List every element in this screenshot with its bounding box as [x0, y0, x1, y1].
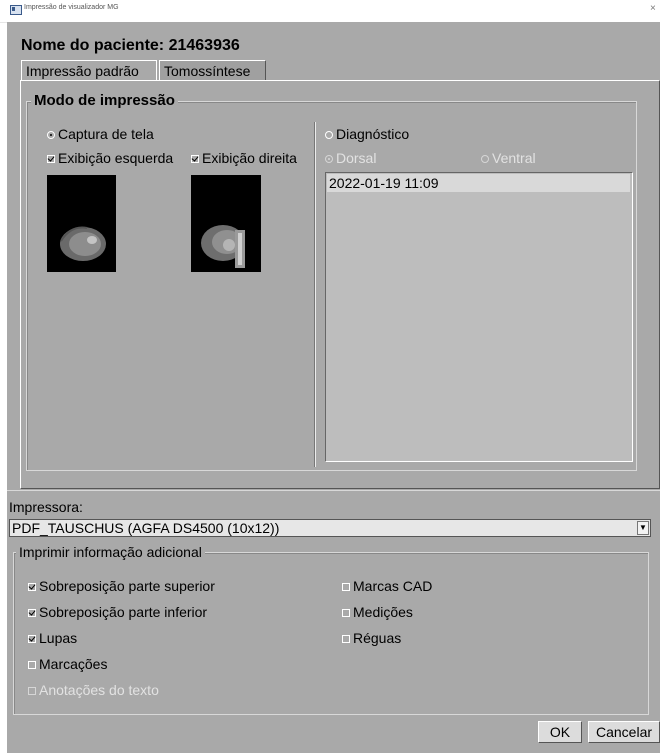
list-item[interactable]: 2022-01-19 11:09	[327, 174, 630, 192]
additional-info-legend: Imprimir informação adicional	[16, 544, 205, 560]
markings-checkbox[interactable]: Marcações	[28, 656, 107, 672]
print-mode-legend: Modo de impressão	[31, 92, 178, 109]
checkbox-checked-icon	[28, 583, 36, 592]
printer-label: Impressora:	[9, 499, 83, 515]
rulers-label: Réguas	[353, 630, 402, 646]
checkbox-checked-icon	[191, 155, 199, 164]
section-divider	[7, 490, 660, 491]
magnifiers-checkbox[interactable]: Lupas	[28, 630, 77, 646]
checkbox-checked-icon	[28, 635, 36, 644]
printer-selected-value: PDF_TAUSCHUS (AGFA DS4500 (10x12))	[12, 520, 280, 536]
tab-standard-print[interactable]: Impressão padrão	[21, 60, 157, 80]
checkbox-unchecked-icon	[342, 635, 350, 644]
overlay-bottom-label: Sobreposição parte inferior	[39, 604, 208, 620]
close-icon[interactable]: ×	[650, 3, 656, 14]
printer-select[interactable]: PDF_TAUSCHUS (AGFA DS4500 (10x12)) ▼	[9, 519, 651, 537]
print-dialog: Nome do paciente: 21463936 Impressão pad…	[7, 22, 660, 753]
screen-capture-label: Captura de tela	[58, 126, 154, 142]
overlay-top-checkbox[interactable]: Sobreposição parte superior	[28, 578, 215, 594]
tab-tomosynthesis[interactable]: Tomossíntese	[159, 60, 266, 80]
magnifiers-label: Lupas	[39, 630, 78, 646]
text-annotations-checkbox: Anotações do texto	[28, 682, 159, 698]
rulers-checkbox[interactable]: Réguas	[342, 630, 401, 646]
diagnostic-radio[interactable]: Diagnóstico	[325, 126, 409, 142]
left-view-label: Exibição esquerda	[58, 150, 174, 166]
right-view-thumbnail	[191, 175, 261, 272]
radio-selected-icon	[325, 155, 333, 164]
radio-selected-icon	[47, 131, 55, 140]
mammogram-left-image	[47, 175, 116, 272]
cancel-button[interactable]: Cancelar	[588, 721, 660, 743]
radio-unselected-icon	[481, 155, 489, 164]
measurements-label: Medições	[353, 604, 413, 620]
right-view-checkbox[interactable]: Exibição direita	[191, 150, 297, 166]
left-view-checkbox[interactable]: Exibição esquerda	[47, 150, 173, 166]
mammogram-right-image	[191, 175, 261, 272]
checkbox-unchecked-icon	[342, 583, 350, 592]
mode-divider	[315, 122, 316, 467]
study-date-list[interactable]: 2022-01-19 11:09	[325, 172, 633, 462]
diagnostic-label: Diagnóstico	[336, 126, 410, 142]
checkbox-unchecked-icon	[28, 687, 36, 696]
window-title: Impressão de visualizador MG	[24, 4, 119, 11]
left-view-thumbnail	[47, 175, 116, 272]
chevron-down-icon[interactable]: ▼	[637, 521, 649, 535]
dorsal-label: Dorsal	[336, 150, 377, 166]
ventral-label: Ventral	[492, 150, 536, 166]
radio-unselected-icon	[325, 131, 333, 140]
cad-marks-checkbox[interactable]: Marcas CAD	[342, 578, 432, 594]
window-title-bar: Impressão de visualizador MG ×	[0, 0, 660, 23]
overlay-top-label: Sobreposição parte superior	[39, 578, 215, 594]
patient-name-label: Nome do paciente: 21463936	[21, 37, 240, 54]
right-view-label: Exibição direita	[202, 150, 297, 166]
ok-button[interactable]: OK	[538, 721, 582, 743]
ventral-radio: Ventral	[481, 150, 536, 166]
checkbox-unchecked-icon	[342, 609, 350, 618]
checkbox-unchecked-icon	[28, 661, 36, 670]
overlay-bottom-checkbox[interactable]: Sobreposição parte inferior	[28, 604, 207, 620]
window-app-icon	[10, 5, 22, 15]
cad-marks-label: Marcas CAD	[353, 578, 433, 594]
markings-label: Marcações	[39, 656, 108, 672]
text-annotations-label: Anotações do texto	[39, 682, 159, 698]
checkbox-checked-icon	[47, 155, 55, 164]
dorsal-radio: Dorsal	[325, 150, 376, 166]
measurements-checkbox[interactable]: Medições	[342, 604, 413, 620]
checkbox-checked-icon	[28, 609, 36, 618]
screen-capture-radio[interactable]: Captura de tela	[47, 126, 154, 142]
